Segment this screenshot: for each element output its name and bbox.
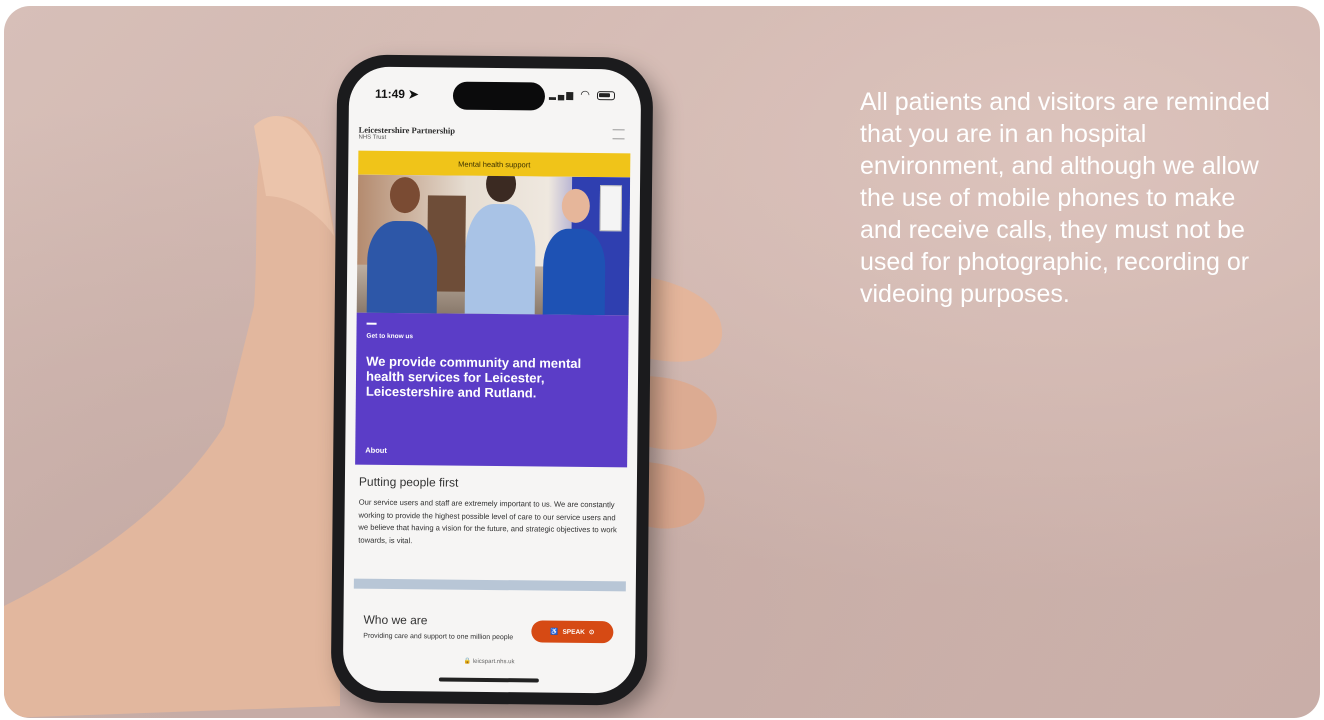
accessibility-icon: ♿	[550, 628, 559, 636]
card-kicker: Get to know us	[366, 332, 414, 341]
hero-photo	[356, 174, 631, 316]
status-icons: ▂▄▆ ◠	[548, 88, 616, 102]
url-bar[interactable]: 🔒 leicspart.nhs.uk	[343, 656, 635, 666]
signal-icon: ▂▄▆	[548, 89, 576, 100]
status-time: 11:49 ➤	[375, 87, 419, 101]
card-rule	[366, 322, 377, 325]
who-title: Who we are	[363, 612, 428, 628]
lock-icon: 🔒	[463, 658, 472, 665]
hero-poster	[599, 185, 623, 232]
section-body: Our service users and staff are extremel…	[358, 497, 617, 545]
hero-person-middle	[464, 174, 536, 316]
chevron-right-icon: ⊙	[588, 629, 595, 637]
phone-use-notice: All patients and visitors are reminded t…	[860, 88, 1270, 308]
speak-button[interactable]: ♿ SPEAK ⊙	[531, 620, 614, 644]
section-title: Putting people first	[358, 474, 459, 490]
battery-icon	[596, 90, 616, 100]
photo-card: 11:49 ➤ ▂▄▆ ◠ Leicestershire Partnership…	[4, 6, 1320, 718]
card-heading: We provide community and mental health s…	[365, 353, 582, 401]
speak-label: SPEAK	[562, 628, 585, 636]
wifi-icon: ◠	[580, 88, 592, 102]
hero-person-left	[366, 176, 438, 316]
divider-band	[353, 578, 626, 592]
url-text: leicspart.nhs.uk	[472, 658, 515, 666]
intro-card: Get to know us We provide community and …	[355, 312, 629, 468]
status-time-text: 11:49	[374, 86, 406, 102]
dynamic-island	[452, 81, 546, 111]
site-header: Leicestershire Partnership NHS Trust	[358, 125, 628, 144]
hero-person-right	[542, 188, 606, 316]
location-arrow-icon: ➤	[408, 87, 419, 102]
smartphone: 11:49 ➤ ▂▄▆ ◠ Leicestershire Partnership…	[330, 54, 654, 706]
home-indicator[interactable]	[438, 677, 539, 683]
about-link[interactable]: About	[365, 446, 387, 455]
menu-icon[interactable]	[612, 129, 625, 140]
phone-screen: 11:49 ➤ ▂▄▆ ◠ Leicestershire Partnership…	[342, 66, 642, 694]
mental-health-banner[interactable]: Mental health support	[358, 150, 631, 178]
